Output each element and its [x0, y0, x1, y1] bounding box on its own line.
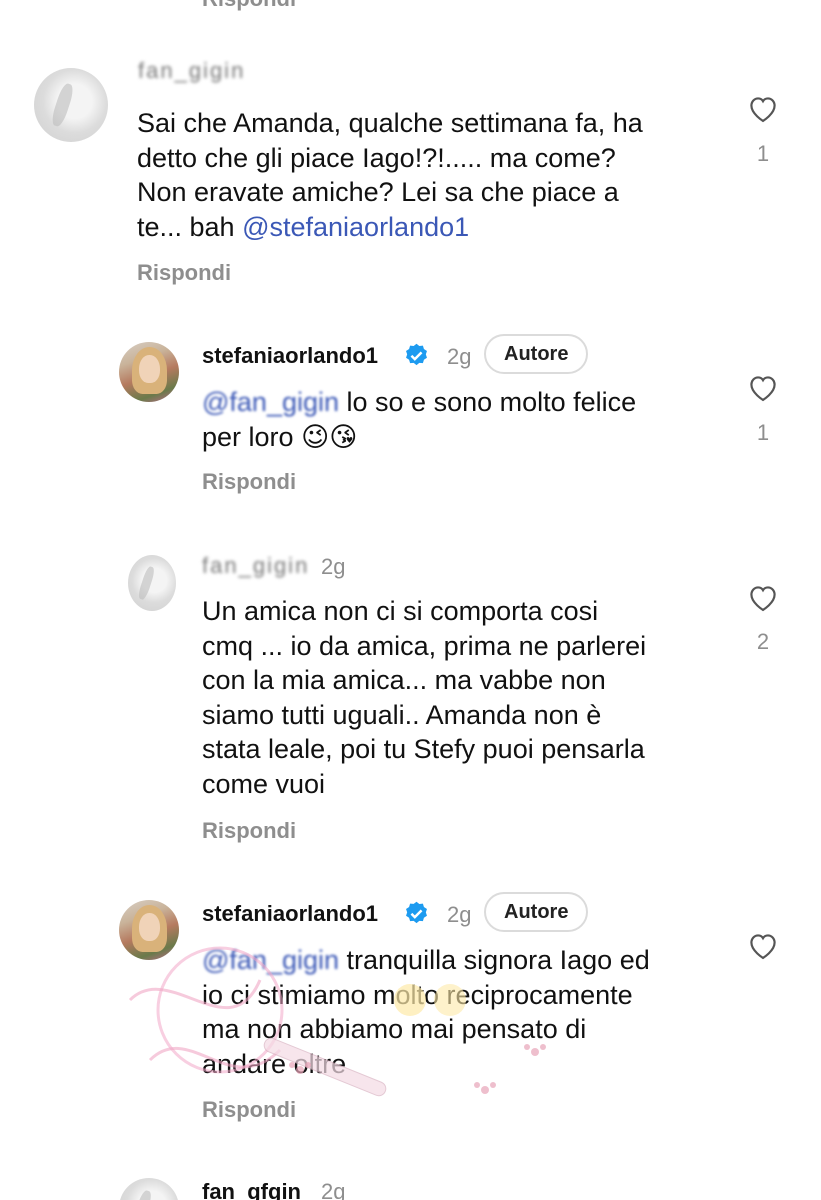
verified-badge-icon — [406, 901, 427, 924]
like-count: 1 — [756, 420, 770, 445]
username-obscured[interactable]: fan_gigin — [138, 58, 245, 84]
comment-text: Sai che Amanda, qualche settimana fa, ha… — [137, 108, 643, 242]
username[interactable]: fan_gfgin — [202, 1179, 301, 1200]
timestamp: 2g — [447, 344, 472, 369]
username-obscured[interactable]: fan_gigin — [202, 553, 309, 579]
heart-icon[interactable] — [746, 93, 780, 123]
author-badge: Autore — [484, 892, 589, 932]
emoji: 😉😘 — [301, 421, 358, 452]
avatar[interactable] — [119, 1178, 179, 1200]
avatar[interactable] — [128, 555, 176, 611]
avatar[interactable] — [119, 342, 179, 402]
reply-button[interactable]: Rispondi — [202, 818, 296, 844]
like-count: 2 — [756, 629, 770, 654]
username[interactable]: stefaniaorlando1 — [202, 901, 378, 927]
timestamp: 2g — [321, 1179, 346, 1200]
like-count: 1 — [756, 141, 770, 166]
mention-link[interactable]: @fan_gigin — [202, 387, 339, 417]
verified-badge-icon — [406, 343, 427, 366]
comment-text: Un amica non ci si comporta cosi cmq ...… — [202, 596, 647, 799]
comment-text: @fan_gigin lo so e sono molto felice per… — [202, 387, 637, 452]
heart-icon[interactable] — [746, 930, 780, 960]
reply-button[interactable]: Rispondi — [202, 1097, 296, 1123]
username[interactable]: stefaniaorlando1 — [202, 343, 378, 369]
timestamp: 2g — [447, 902, 472, 927]
reply-button[interactable]: Rispondi — [137, 260, 231, 286]
timestamp: 2g — [321, 554, 346, 579]
mention-link[interactable]: @fan_gigin — [202, 945, 339, 975]
heart-icon[interactable] — [746, 582, 780, 612]
avatar[interactable] — [119, 900, 179, 960]
author-badge: Autore — [484, 334, 589, 374]
reply-button-cut[interactable]: Rispondi — [202, 0, 296, 12]
heart-icon[interactable] — [746, 372, 780, 402]
avatar[interactable] — [34, 68, 108, 142]
mention-link[interactable]: @stefaniaorlando1 — [242, 212, 469, 242]
reply-button[interactable]: Rispondi — [202, 469, 296, 495]
comment-text: @fan_gigin tranquilla signora Iago ed io… — [202, 945, 650, 1079]
